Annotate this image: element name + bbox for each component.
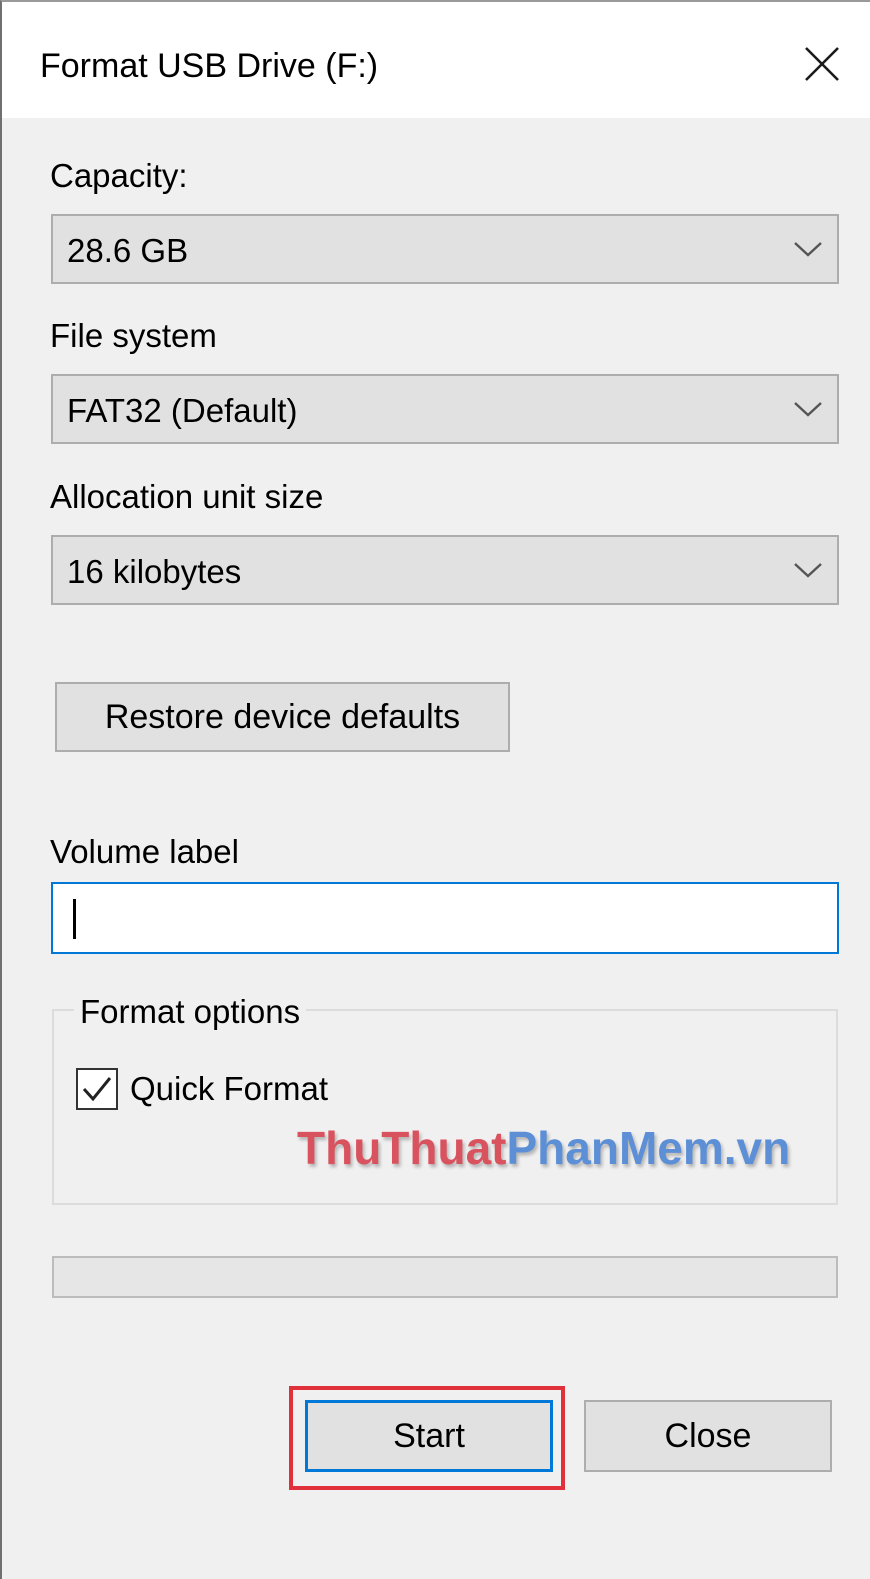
- capacity-value: 28.6 GB: [67, 232, 189, 269]
- start-button-label: Start: [393, 1417, 465, 1455]
- allocation-dropdown[interactable]: 16 kilobytes: [51, 535, 839, 605]
- allocation-value: 16 kilobytes: [67, 553, 242, 590]
- allocation-label: Allocation unit size: [50, 478, 324, 515]
- title-bar: Format USB Drive (F:): [2, 2, 870, 118]
- watermark-part-2: PhanMem.vn: [506, 1122, 791, 1174]
- quick-format-label[interactable]: Quick Format: [130, 1068, 328, 1110]
- close-button-label: Close: [664, 1417, 752, 1455]
- checkmark-icon: [82, 1077, 112, 1102]
- text-caret: [73, 899, 76, 939]
- capacity-label: Capacity:: [50, 157, 188, 194]
- window-title: Format USB Drive (F:): [40, 47, 379, 85]
- format-options-legend: Format options: [74, 991, 307, 1033]
- volume-label-input[interactable]: [51, 882, 839, 954]
- chevron-down-icon: [794, 563, 822, 578]
- chevron-down-icon: [794, 242, 822, 257]
- watermark-part-1: ThuThuat: [297, 1122, 507, 1174]
- quick-format-checkbox[interactable]: [76, 1068, 118, 1110]
- start-button[interactable]: Start: [305, 1400, 553, 1472]
- close-button[interactable]: Close: [584, 1400, 832, 1472]
- volume-label-label: Volume label: [50, 833, 239, 870]
- file-system-label: File system: [50, 317, 217, 354]
- capacity-dropdown[interactable]: 28.6 GB: [51, 214, 839, 284]
- close-icon[interactable]: [802, 44, 842, 84]
- restore-defaults-label: Restore device defaults: [104, 698, 461, 736]
- format-dialog: Format USB Drive (F:) Capacity: 28.6 GB …: [0, 0, 870, 1579]
- watermark-logo: ThuThuatPhanMem.vn: [297, 1120, 790, 1176]
- file-system-value: FAT32 (Default): [67, 392, 298, 429]
- file-system-dropdown[interactable]: FAT32 (Default): [51, 374, 839, 444]
- restore-defaults-button[interactable]: Restore device defaults: [55, 682, 510, 752]
- progress-bar: [52, 1256, 838, 1298]
- chevron-down-icon: [794, 402, 822, 417]
